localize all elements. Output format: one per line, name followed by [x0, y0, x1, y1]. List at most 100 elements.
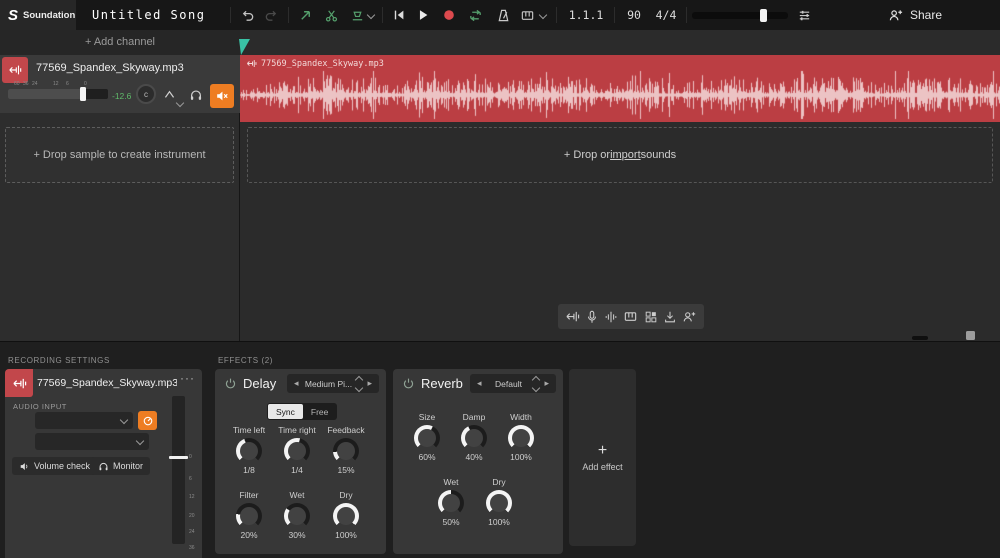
- channel-volume-handle[interactable]: [80, 87, 86, 101]
- channel-name[interactable]: 77569_Spandex_Skyway.mp3: [36, 62, 184, 74]
- reverb-width-knob[interactable]: Width 100%: [498, 412, 544, 464]
- knob-dial[interactable]: [508, 425, 534, 451]
- pan-knob[interactable]: c: [136, 84, 156, 104]
- preset-prev-button[interactable]: ◂: [292, 378, 301, 389]
- knob-dial[interactable]: [333, 438, 359, 464]
- zoom-handle[interactable]: [966, 331, 975, 340]
- channel-volume-slider[interactable]: [8, 89, 108, 99]
- preset-stepper[interactable]: [533, 377, 539, 391]
- reverb-power-button[interactable]: [402, 377, 415, 390]
- knob-dial[interactable]: [438, 490, 464, 516]
- invite-collaborator-button[interactable]: [682, 310, 697, 324]
- mute-button[interactable]: [210, 84, 234, 108]
- microphone-icon: [585, 310, 599, 324]
- knob-dial[interactable]: [284, 438, 310, 464]
- add-drum-machine-button[interactable]: [644, 310, 658, 324]
- automation-button[interactable]: [163, 88, 176, 101]
- audio-clip[interactable]: 77569_Spandex_Skyway.mp3: [240, 55, 1000, 122]
- record-mic-button[interactable]: [585, 310, 599, 324]
- skip-to-start-button[interactable]: [388, 4, 410, 26]
- input-level-handle[interactable]: [169, 456, 188, 459]
- input-monitor-button[interactable]: [138, 411, 157, 430]
- record-button[interactable]: [438, 4, 460, 26]
- audio-channel-strip[interactable]: 77569_Spandex_Skyway.mp3 6036241260 -12.…: [0, 55, 240, 113]
- delay-feedback-knob[interactable]: Feedback 15%: [323, 425, 369, 477]
- master-volume-handle[interactable]: [760, 9, 767, 22]
- input-level-fader[interactable]: [172, 396, 185, 544]
- arrangement-area[interactable]: 77569_Spandex_Skyway.mp3 + Drop or impor…: [240, 30, 1000, 341]
- select-tool-button[interactable]: [294, 4, 316, 26]
- add-audio-button[interactable]: [604, 310, 618, 324]
- add-channel-button[interactable]: + Add channel: [0, 30, 240, 55]
- automation-dropdown-button[interactable]: [177, 93, 183, 111]
- time-signature[interactable]: 4/4: [650, 0, 682, 30]
- delay-time-left-knob[interactable]: Time left 1/8: [226, 425, 272, 477]
- knob-dial[interactable]: [284, 503, 310, 529]
- import-link[interactable]: import: [610, 149, 641, 161]
- metronome-button[interactable]: [492, 4, 514, 26]
- piano-roll-button[interactable]: [516, 4, 538, 26]
- preset-stepper[interactable]: [356, 377, 362, 391]
- speaker-icon: [19, 461, 30, 472]
- preset-next-button[interactable]: ▸: [365, 378, 374, 389]
- knob-value: 50%: [428, 517, 474, 529]
- timeline-scrollbar[interactable]: [912, 336, 928, 340]
- bpm-value[interactable]: 90: [620, 0, 648, 30]
- drop-sounds-zone[interactable]: + Drop or import sounds: [247, 127, 993, 183]
- knob-dial[interactable]: [461, 425, 487, 451]
- redo-icon: [264, 8, 279, 23]
- drop-sample-zone[interactable]: + Drop sample to create instrument: [5, 127, 234, 183]
- undo-button[interactable]: [236, 4, 258, 26]
- redo-button[interactable]: [260, 4, 282, 26]
- knob-dial[interactable]: [414, 425, 440, 451]
- knob-dial[interactable]: [486, 490, 512, 516]
- knob-label: Filter: [226, 490, 272, 502]
- solo-button[interactable]: [189, 88, 203, 102]
- channel-type-chip[interactable]: [2, 57, 28, 83]
- monitor-button[interactable]: Monitor: [91, 457, 150, 475]
- playhead-position[interactable]: 1.1.1: [562, 0, 610, 30]
- delay-wet-knob[interactable]: Wet 30%: [274, 490, 320, 542]
- reverb-size-knob[interactable]: Size 60%: [404, 412, 450, 464]
- brand-name: Soundation: [23, 10, 75, 21]
- play-button[interactable]: [412, 4, 434, 26]
- knob-label: Damp: [451, 412, 497, 424]
- reverb-dry-knob[interactable]: Dry 100%: [476, 477, 522, 529]
- audio-input-channel-select[interactable]: [35, 433, 149, 450]
- delay-preset-name[interactable]: Medium Pi...: [304, 379, 354, 389]
- reverb-preset-name[interactable]: Default: [487, 379, 531, 389]
- audio-input-device-select[interactable]: [35, 412, 133, 429]
- soundation-logo[interactable]: S Soundation: [0, 0, 76, 30]
- knob-dial[interactable]: [236, 438, 262, 464]
- delay-filter-knob[interactable]: Filter 20%: [226, 490, 272, 542]
- add-effect-button[interactable]: + Add effect: [569, 369, 636, 546]
- playhead-marker[interactable]: [238, 39, 251, 55]
- delay-name: Delay: [243, 376, 276, 391]
- cut-tool-button[interactable]: [320, 4, 342, 26]
- free-mode-button[interactable]: Free: [303, 404, 336, 419]
- delay-dry-knob[interactable]: Dry 100%: [323, 490, 369, 542]
- master-settings-button[interactable]: [793, 4, 815, 26]
- volume-check-button[interactable]: Volume check: [12, 457, 97, 475]
- song-title[interactable]: Untitled Song: [84, 0, 205, 30]
- add-instrument-button[interactable]: [623, 309, 638, 324]
- track-menu-button[interactable]: ···: [180, 371, 195, 385]
- reverb-damp-knob[interactable]: Damp 40%: [451, 412, 497, 464]
- reverb-preset-selector: ◂ Default ▸: [470, 374, 556, 393]
- loop-button[interactable]: [464, 4, 486, 26]
- tool-dropdown-button[interactable]: [364, 4, 378, 26]
- play-icon: [416, 8, 430, 22]
- grid-dropdown-button[interactable]: [536, 4, 550, 26]
- preset-next-button[interactable]: ▸: [542, 378, 551, 389]
- delay-time-right-knob[interactable]: Time right 1/4: [274, 425, 320, 477]
- preset-prev-button[interactable]: ◂: [475, 378, 484, 389]
- share-button[interactable]: Share: [888, 0, 942, 30]
- knob-dial[interactable]: [236, 503, 262, 529]
- import-file-button[interactable]: [663, 310, 677, 324]
- master-volume-slider[interactable]: [692, 12, 788, 19]
- reverb-wet-knob[interactable]: Wet 50%: [428, 477, 474, 529]
- sync-mode-button[interactable]: Sync: [268, 404, 303, 419]
- knob-dial[interactable]: [333, 503, 359, 529]
- add-audio-track-button[interactable]: [565, 309, 580, 324]
- delay-power-button[interactable]: [224, 377, 237, 390]
